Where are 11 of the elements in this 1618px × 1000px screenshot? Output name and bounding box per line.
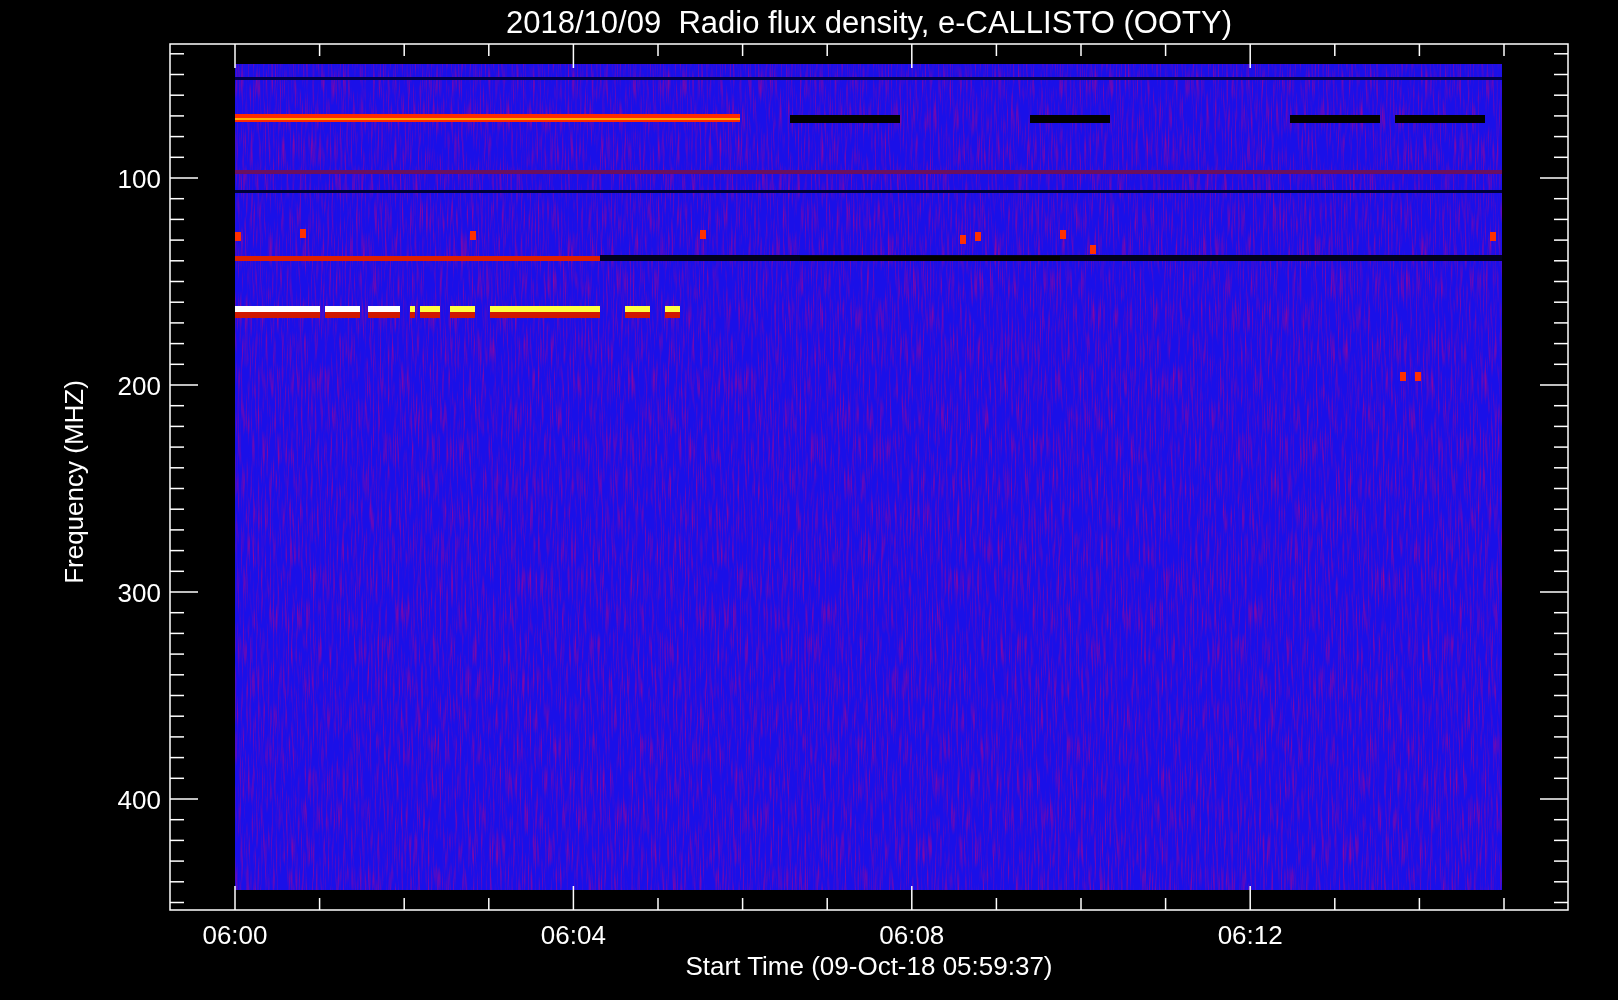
chart-title: 2018/10/09 Radio flux density, e-CALLISTO (OOTY) [506, 5, 1232, 40]
x-tick-label: 06:12 [1217, 920, 1283, 950]
x-tick-label: 06:00 [202, 920, 268, 950]
x-tick-label: 06:04 [540, 920, 606, 950]
y-tick-label: 300 [117, 578, 161, 608]
x-axis-label: Start Time (09-Oct-18 05:59:37) [685, 951, 1053, 981]
y-axis-label: Frequency (MHZ) [59, 380, 89, 584]
y-tick-label: 400 [117, 785, 161, 815]
x-tick-label: 06:08 [879, 920, 945, 950]
y-tick-label: 100 [117, 164, 161, 194]
y-tick-label: 200 [117, 371, 161, 401]
